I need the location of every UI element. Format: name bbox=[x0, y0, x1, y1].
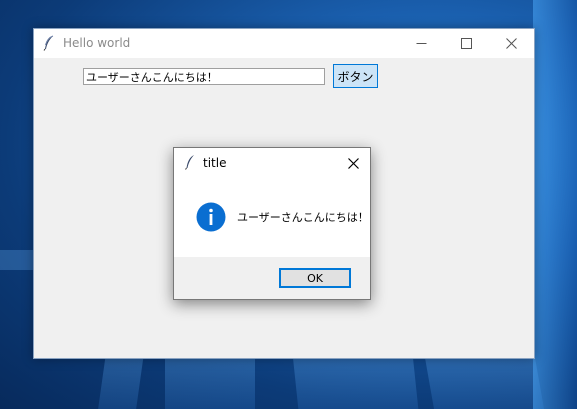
greet-button[interactable]: ボタン bbox=[333, 64, 378, 88]
close-icon bbox=[506, 38, 517, 49]
main-titlebar[interactable]: Hello world bbox=[34, 29, 534, 58]
maximize-button[interactable] bbox=[444, 29, 489, 58]
dialog-message: ユーザーさんこんにちは！ bbox=[237, 211, 369, 224]
window-title: Hello world bbox=[63, 36, 131, 50]
dialog-close-button[interactable] bbox=[342, 152, 364, 174]
maximize-icon bbox=[461, 38, 472, 49]
dialog-body: ユーザーさんこんにちは！ bbox=[174, 177, 370, 257]
name-entry-field[interactable] bbox=[83, 68, 325, 85]
close-icon bbox=[347, 157, 359, 169]
info-dialog: title ユーザーさんこんにちは！ OK bbox=[173, 147, 371, 300]
feather-icon bbox=[42, 35, 56, 51]
close-button[interactable] bbox=[489, 29, 534, 58]
dialog-footer: OK bbox=[174, 257, 370, 299]
dialog-title: title bbox=[203, 156, 227, 170]
info-icon bbox=[196, 202, 226, 232]
dialog-titlebar[interactable]: title bbox=[174, 148, 370, 177]
minimize-icon bbox=[416, 43, 427, 44]
feather-icon bbox=[184, 154, 196, 170]
ok-button[interactable]: OK bbox=[279, 268, 351, 288]
minimize-button[interactable] bbox=[399, 29, 444, 58]
